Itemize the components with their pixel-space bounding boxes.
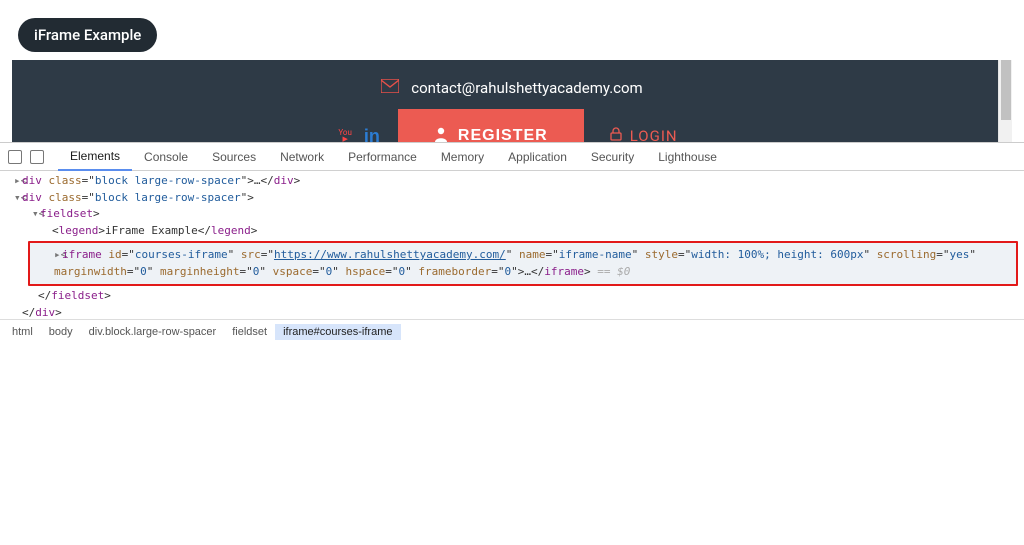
crumb-div[interactable]: div.block.large-row-spacer — [81, 324, 225, 340]
tab-lighthouse[interactable]: Lighthouse — [646, 143, 729, 170]
envelope-icon — [381, 78, 399, 97]
dom-row[interactable]: ▸<div class="block large-row-spacer">…</… — [4, 173, 1024, 190]
devtools-tabs: Elements Console Sources Network Perform… — [0, 143, 1024, 171]
iframe-example-badge: iFrame Example — [18, 18, 157, 52]
dom-row[interactable]: </div> — [4, 305, 1024, 320]
tab-console[interactable]: Console — [132, 143, 200, 170]
inspect-element-icon[interactable] — [8, 150, 22, 164]
tab-application[interactable]: Application — [496, 143, 579, 170]
dom-row[interactable]: <legend>iFrame Example</legend> — [4, 223, 1024, 240]
dom-row-selected-iframe[interactable]: ▸<iframe id="courses-iframe" src="https:… — [28, 241, 1018, 286]
tab-memory[interactable]: Memory — [429, 143, 496, 170]
tab-network[interactable]: Network — [268, 143, 336, 170]
devtools-breadcrumbs: html body div.block.large-row-spacer fie… — [0, 319, 1024, 343]
dom-row[interactable]: </fieldset> — [4, 288, 1024, 305]
tab-performance[interactable]: Performance — [336, 143, 429, 170]
device-toolbar-icon[interactable] — [30, 150, 44, 164]
contact-email: contact@rahulshettyacademy.com — [411, 79, 642, 97]
devtools-dom-tree[interactable]: ▸<div class="block large-row-spacer">…</… — [0, 171, 1024, 319]
devtools-panel: Elements Console Sources Network Perform… — [0, 142, 1024, 347]
tab-elements[interactable]: Elements — [58, 144, 132, 171]
dom-row[interactable]: ▾<div class="block large-row-spacer"> — [4, 190, 1024, 207]
crumb-fieldset[interactable]: fieldset — [224, 324, 275, 340]
tab-sources[interactable]: Sources — [200, 143, 268, 170]
crumb-html[interactable]: html — [4, 324, 41, 340]
youtube-icon[interactable]: You▶ — [338, 129, 352, 143]
scrollbar-thumb[interactable] — [1001, 60, 1011, 120]
dom-row[interactable]: ▾<fieldset> — [4, 206, 1024, 223]
crumb-iframe[interactable]: iframe#courses-iframe — [275, 324, 400, 340]
tab-security[interactable]: Security — [579, 143, 646, 170]
crumb-body[interactable]: body — [41, 324, 81, 340]
